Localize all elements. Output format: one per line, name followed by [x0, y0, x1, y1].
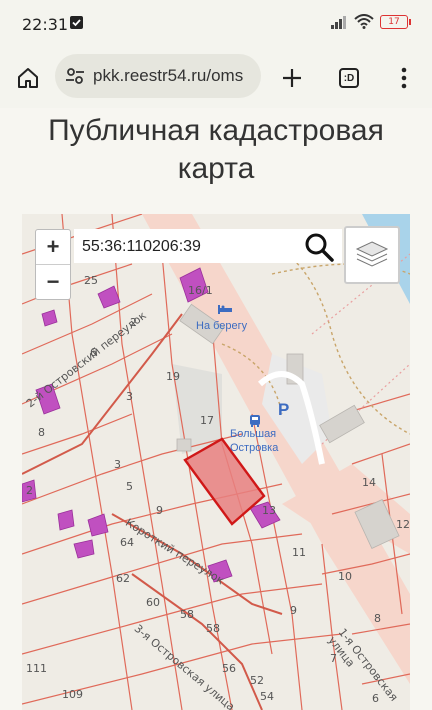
parcel-label: 11: [292, 546, 306, 559]
zoom-out-button[interactable]: −: [36, 265, 70, 299]
page-header: Публичная кадастровая карта: [0, 108, 432, 214]
signal-icon: [331, 15, 346, 29]
layers-button[interactable]: [344, 226, 400, 284]
parcel-label: 17: [200, 414, 214, 427]
status-time: 22:31: [22, 15, 69, 34]
parcel-label: 62: [116, 572, 130, 585]
cadastral-map[interactable]: 25 16/1 2 6 19 3 17 3 5 9 8 2 13 64 62 6…: [22, 214, 410, 710]
parcel-label: 64: [120, 536, 134, 549]
zoom-in-button[interactable]: +: [36, 230, 70, 264]
browser-toolbar: pkk.reestr54.ru/oms :D: [0, 50, 432, 108]
cadastral-search: [74, 229, 342, 265]
wifi-icon: [354, 14, 374, 29]
parcel-label: 16/1: [188, 284, 213, 297]
parcel-label: 54: [260, 690, 274, 703]
menu-icon[interactable]: [390, 64, 418, 92]
parcel-label: 3: [126, 390, 133, 403]
parking-icon: P: [278, 400, 290, 419]
parcel-label: 56: [222, 662, 236, 675]
status-bar: 22:31 17: [0, 0, 432, 50]
parcel-label: 58: [180, 608, 194, 621]
parcel-label: 109: [62, 688, 83, 701]
parcel-label: 2: [26, 484, 33, 497]
poi-label: Островка: [230, 442, 279, 454]
poi-label: Большая: [230, 428, 277, 440]
parcel-label: 3: [114, 458, 121, 471]
site-settings-icon[interactable]: [65, 66, 85, 91]
tab-count: :D: [343, 72, 355, 84]
url-text: pkk.reestr54.ru/oms: [93, 66, 244, 85]
parcel-label: 13: [262, 504, 276, 517]
parcel-label: 10: [338, 570, 352, 583]
parcel-label: 12: [396, 518, 410, 531]
parcel-label: 9: [156, 504, 163, 517]
new-tab-icon[interactable]: [278, 64, 306, 92]
cadastral-number-input[interactable]: [80, 229, 304, 265]
home-icon[interactable]: [14, 64, 42, 92]
layers-icon: [355, 241, 389, 267]
search-icon[interactable]: [304, 232, 334, 267]
parcel-label: 9: [290, 604, 297, 617]
parcel-label: 60: [146, 596, 160, 609]
parcel-label: 19: [166, 370, 180, 383]
parcel-label: 14: [362, 476, 376, 489]
parcel-label: 8: [374, 612, 381, 625]
parcel-label: 8: [38, 426, 45, 439]
tab-switcher-button[interactable]: :D: [335, 64, 363, 92]
battery-icon: 17: [380, 14, 411, 29]
parcel-label: 111: [26, 662, 47, 675]
hotel-icon: [217, 302, 233, 320]
parcel-label: 58: [206, 622, 220, 635]
zoom-controls: + −: [35, 229, 71, 300]
url-bar[interactable]: pkk.reestr54.ru/oms: [55, 54, 261, 98]
poi-label: На берегу: [196, 320, 248, 332]
check-notification-icon: [70, 16, 83, 29]
parcel-label: 25: [84, 274, 98, 287]
parcel-label: 52: [250, 674, 264, 687]
parcel-label: 5: [126, 480, 133, 493]
page-title: Публичная кадастровая карта: [48, 114, 384, 185]
